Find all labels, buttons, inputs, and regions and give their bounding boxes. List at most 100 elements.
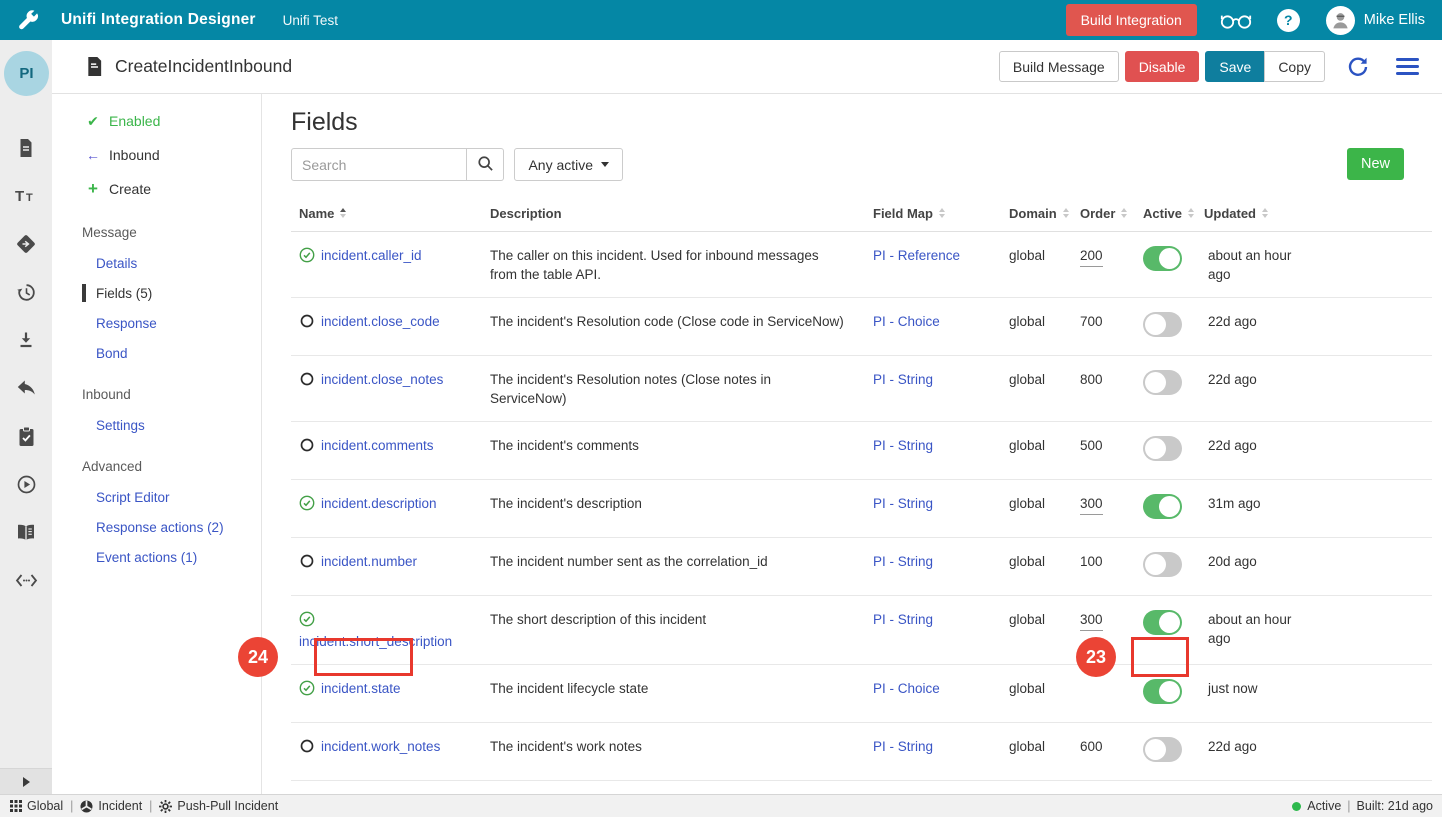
column-header-order[interactable]: Order — [1072, 206, 1135, 221]
column-header-updated[interactable]: Updated — [1196, 206, 1306, 221]
field-map-link[interactable]: PI - String — [873, 554, 933, 569]
field-name-link[interactable]: incident.state — [321, 681, 401, 696]
code-icon[interactable] — [0, 556, 52, 604]
copy-button[interactable]: Copy — [1264, 51, 1325, 82]
field-map-link[interactable]: PI - Reference — [873, 248, 960, 263]
active-filter-dropdown[interactable]: Any active — [514, 148, 623, 181]
updated-cell: 22d ago — [1196, 312, 1306, 331]
order-cell: 100 — [1072, 552, 1135, 571]
field-name-link[interactable]: incident.close_code — [321, 314, 440, 329]
order-value[interactable]: 300 — [1080, 610, 1103, 631]
statusbar-item-push-pull-incident[interactable]: Push-Pull Incident — [159, 799, 278, 813]
play-icon[interactable] — [0, 460, 52, 508]
name-cell: incident.comments — [291, 436, 482, 458]
field-name-link[interactable]: incident.work_notes — [321, 739, 440, 754]
nav-item-response[interactable]: Response — [52, 308, 261, 338]
help-icon[interactable]: ? — [1277, 9, 1300, 32]
nav-item-bond[interactable]: Bond — [52, 338, 261, 368]
field-name-link[interactable]: incident.comments — [321, 438, 434, 453]
field-map-cell: PI - String — [865, 610, 1001, 629]
refresh-icon[interactable] — [1347, 56, 1369, 78]
field-name-link[interactable]: incident.caller_id — [321, 248, 422, 263]
field-map-link[interactable]: PI - String — [873, 739, 933, 754]
book-icon[interactable] — [0, 508, 52, 556]
disable-button[interactable]: Disable — [1125, 51, 1200, 82]
name-cell: incident.close_code — [291, 312, 482, 334]
order-value[interactable]: 300 — [1080, 494, 1103, 515]
order-cell: 800 — [1072, 370, 1135, 389]
wrench-logo-icon[interactable] — [16, 8, 40, 32]
search-button[interactable] — [467, 148, 504, 181]
field-name-link[interactable]: incident.number — [321, 554, 417, 569]
build-integration-button[interactable]: Build Integration — [1066, 4, 1197, 36]
column-header-domain[interactable]: Domain — [1001, 206, 1072, 221]
nav-item-enabled[interactable]: ✔Enabled — [52, 104, 261, 138]
enabled-check-icon — [299, 680, 315, 701]
text-format-icon[interactable]: TT — [0, 172, 52, 220]
active-toggle[interactable] — [1143, 679, 1182, 704]
rail-collapse-button[interactable] — [0, 768, 52, 794]
toggle-knob — [1145, 372, 1166, 393]
field-name-link[interactable]: incident.close_notes — [321, 372, 443, 387]
column-header-field-map[interactable]: Field Map — [865, 206, 1001, 221]
order-cell: 300 — [1072, 494, 1135, 515]
tasks-icon[interactable] — [0, 412, 52, 460]
field-map-cell: PI - String — [865, 737, 1001, 756]
field-map-link[interactable]: PI - String — [873, 438, 933, 453]
field-name-link[interactable]: incident.description — [321, 496, 437, 511]
updated-cell: about an hour ago — [1196, 610, 1306, 648]
statusbar-item-incident[interactable]: Incident — [80, 799, 142, 813]
table-row-incident.caller_id: incident.caller_idThe caller on this inc… — [291, 231, 1432, 298]
user-menu[interactable]: Mike Ellis — [1326, 6, 1425, 35]
download-icon[interactable] — [0, 316, 52, 364]
save-button[interactable]: Save — [1205, 51, 1265, 82]
column-header-name[interactable]: Name — [291, 206, 482, 221]
field-map-link[interactable]: PI - Choice — [873, 314, 940, 329]
field-map-link[interactable]: PI - String — [873, 496, 933, 511]
statusbar-item-global[interactable]: Global — [10, 799, 63, 813]
order-value[interactable]: 200 — [1080, 246, 1103, 267]
active-toggle[interactable] — [1143, 737, 1182, 762]
active-toggle[interactable] — [1143, 552, 1182, 577]
integration-avatar[interactable]: PI — [4, 51, 49, 96]
active-toggle[interactable] — [1143, 610, 1182, 635]
order-cell: 500 — [1072, 436, 1135, 455]
nav-item-fields-5-[interactable]: Fields (5) — [52, 278, 261, 308]
menu-icon[interactable] — [1396, 58, 1419, 75]
glasses-icon[interactable] — [1218, 11, 1254, 30]
build-status: Active | Built: 21d ago — [1292, 799, 1433, 813]
field-map-cell: PI - Choice — [865, 312, 1001, 331]
order-value: 700 — [1080, 312, 1103, 331]
active-toggle[interactable] — [1143, 370, 1182, 395]
nav-item-details[interactable]: Details — [52, 248, 261, 278]
field-description: The incident's work notes — [482, 737, 865, 756]
new-field-button[interactable]: New — [1347, 148, 1404, 180]
active-toggle[interactable] — [1143, 494, 1182, 519]
search-input[interactable] — [291, 148, 467, 181]
active-cell — [1135, 494, 1196, 524]
file-icon[interactable] — [0, 124, 52, 172]
nav-item-response-actions-2-[interactable]: Response actions (2) — [52, 512, 261, 542]
field-map-link[interactable]: PI - String — [873, 372, 933, 387]
nav-item-script-editor[interactable]: Script Editor — [52, 482, 261, 512]
nav-item-inbound[interactable]: ←Inbound — [52, 138, 261, 172]
build-message-button[interactable]: Build Message — [999, 51, 1119, 82]
environment-label[interactable]: Unifi Test — [283, 13, 338, 28]
history-icon[interactable] — [0, 268, 52, 316]
active-toggle[interactable] — [1143, 246, 1182, 271]
active-toggle[interactable] — [1143, 312, 1182, 337]
field-description: The incident's Resolution notes (Close n… — [482, 370, 865, 408]
nav-item-event-actions-1-[interactable]: Event actions (1) — [52, 542, 261, 572]
updated-cell: 22d ago — [1196, 436, 1306, 455]
toggle-knob — [1159, 248, 1180, 269]
nav-item-create[interactable]: +Create — [52, 172, 261, 206]
send-icon[interactable] — [0, 220, 52, 268]
nav-item-settings[interactable]: Settings — [52, 410, 261, 440]
field-map-link[interactable]: PI - String — [873, 612, 933, 627]
status-dot — [1292, 802, 1301, 811]
active-toggle[interactable] — [1143, 436, 1182, 461]
field-map-link[interactable]: PI - Choice — [873, 681, 940, 696]
table-row-incident.description: incident.descriptionThe incident's descr… — [291, 480, 1432, 538]
reply-icon[interactable] — [0, 364, 52, 412]
column-header-active[interactable]: Active — [1135, 206, 1196, 221]
